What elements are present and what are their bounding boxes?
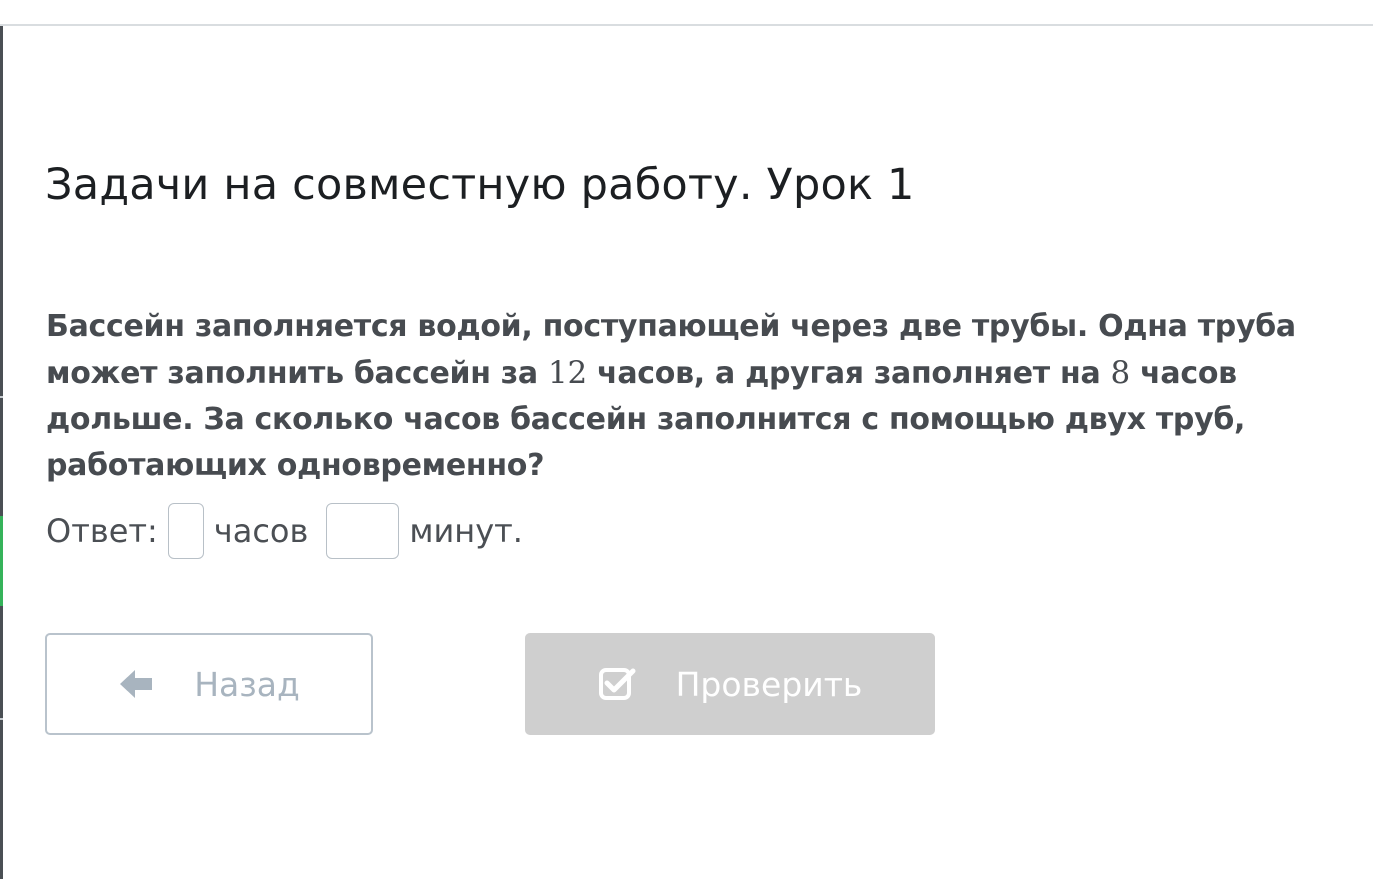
minutes-unit-label: минут.: [409, 512, 523, 550]
back-button-label: Назад: [194, 664, 300, 704]
problem-statement: Бассейн заполняется водой, поступающей ч…: [46, 304, 1346, 489]
left-edge-divider: [0, 718, 3, 720]
check-square-icon: [598, 668, 636, 700]
hours-unit-label: часов: [213, 512, 309, 550]
left-edge-divider: [0, 396, 3, 398]
answer-row: Ответ: часов минут.: [46, 502, 523, 560]
left-sidebar-edge: [0, 26, 3, 879]
answer-label: Ответ:: [46, 512, 158, 550]
problem-number: 12: [548, 355, 587, 391]
lesson-page: Задачи на совместную работу. Урок 1 Басс…: [0, 0, 1373, 879]
active-step-indicator: [0, 516, 3, 606]
top-divider: [0, 24, 1373, 26]
hours-input[interactable]: [167, 503, 204, 559]
page-title: Задачи на совместную работу. Урок 1: [45, 160, 915, 210]
minutes-input[interactable]: [326, 503, 400, 559]
back-button[interactable]: Назад: [45, 633, 373, 735]
arrow-left-icon: [120, 670, 153, 698]
problem-text: часов, а другая заполняет на: [586, 356, 1111, 391]
problem-number: 8: [1110, 355, 1131, 391]
check-button[interactable]: Проверить: [525, 633, 935, 735]
check-button-label: Проверить: [675, 664, 863, 704]
